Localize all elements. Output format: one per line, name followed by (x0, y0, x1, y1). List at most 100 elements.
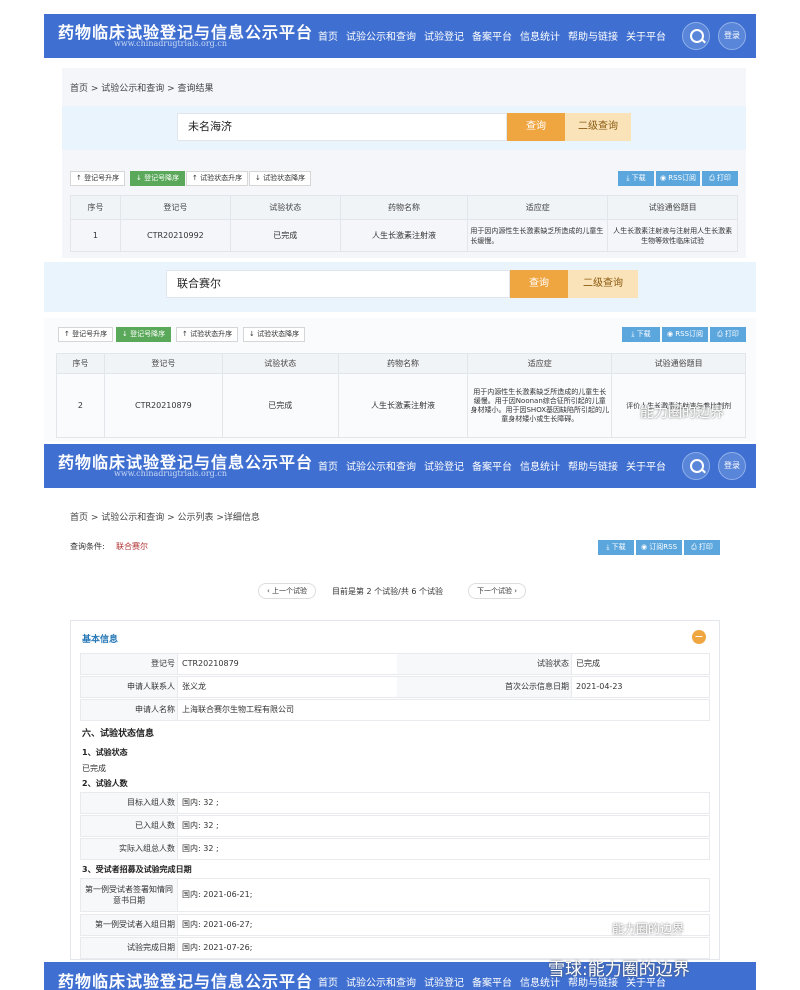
table-row[interactable]: 1 CTR20210992 已完成 人生长激素注射液 用于因内源性生长激素缺乏所… (70, 219, 738, 252)
sort-regno-desc-button[interactable]: ↓ 登记号降序 (130, 171, 186, 186)
col-header: 试验状态 (221, 353, 339, 374)
info-row: 实际入组总人数 国内: 32 ; (80, 838, 710, 860)
col-header: 登记号 (119, 195, 231, 220)
nav-home[interactable]: 首页 (318, 458, 338, 473)
print-button-2[interactable]: ⎙ 打印 (710, 327, 746, 342)
site-logo-3[interactable]: 药物临床试验登记与信息公示平台 (58, 968, 313, 990)
print-button[interactable]: ⎙ 打印 (702, 171, 738, 186)
breadcrumb: 首页 > 试验公示和查询 > 查询结果 (70, 84, 214, 94)
field-value: 张义龙 (177, 677, 397, 697)
search-input[interactable]: 未名海济 (177, 113, 507, 141)
field-label: 实际入组总人数 (119, 844, 175, 853)
sort-regno-asc-button-2[interactable]: ↑ 登记号升序 (58, 327, 114, 342)
info-row: 登记号 CTR20210879 试验状态 已完成 (80, 653, 710, 675)
subsection-dates: 3、受试者招募及试验完成日期 (82, 865, 192, 874)
subsection-status: 1、试验状态 (82, 748, 128, 757)
info-row: 第一例受试者签署知情同意书日期 国内: 2021-06-21; (80, 878, 710, 912)
info-row: 申请人联系人 张义龙 首次公示信息日期 2021-04-23 (80, 676, 710, 698)
nav-trials[interactable]: 试验公示和查询 (346, 28, 416, 43)
download-button-2[interactable]: ⤓ 下载 (622, 327, 660, 342)
download-button[interactable]: ⤓ 下载 (618, 171, 654, 186)
rss-button[interactable]: ◉ RSS订阅 (656, 171, 700, 186)
nav-trials[interactable]: 试验公示和查询 (346, 974, 416, 989)
nav-about[interactable]: 关于平台 (626, 28, 666, 43)
print-button-3[interactable]: ⎙ 打印 (684, 540, 720, 555)
watermark: 能力圈的边界 (612, 922, 685, 936)
info-row: 申请人名称 上海联合赛尔生物工程有限公司 (80, 699, 710, 721)
field-value: 国内: 32 ; (177, 839, 709, 859)
trial-position: 目前是第 2 个试验/共 6 个试验 (332, 587, 444, 596)
col-header: 试验通俗题目 (611, 353, 746, 374)
watermark: 雪球:能力圈的边界 (548, 960, 690, 980)
nav-help[interactable]: 帮助与链接 (568, 458, 618, 473)
rss-button-3[interactable]: ◉ 订阅RSS (636, 540, 682, 555)
site-header: 药物临床试验登记与信息公示平台 www.chinadrugtrials.org.… (44, 14, 756, 58)
cell-regno[interactable]: CTR20210879 (103, 373, 223, 438)
search-bar-2: 联合赛尔 查询 二级查询 (44, 262, 756, 312)
advanced-query-button-2[interactable]: 二级查询 (568, 270, 638, 298)
nav-stats[interactable]: 信息统计 (520, 28, 560, 43)
field-value: 2021-04-23 (571, 677, 709, 697)
cell-index: 1 (70, 219, 121, 252)
login-button[interactable]: 登录 (718, 452, 746, 480)
col-header: 序号 (70, 195, 121, 220)
nav-home[interactable]: 首页 (318, 974, 338, 989)
col-header: 药物名称 (337, 353, 469, 374)
search-icon[interactable] (682, 452, 710, 480)
next-trial-button[interactable]: 下一个试验 › (468, 583, 527, 599)
sort-status-desc-button-2[interactable]: ↓ 试验状态降序 (243, 327, 306, 342)
search-icon[interactable] (682, 22, 710, 50)
sort-status-asc-button[interactable]: ↑ 试验状态升序 (186, 171, 249, 186)
col-header: 试验通俗题目 (607, 195, 738, 220)
cell-index: 2 (56, 373, 105, 438)
basic-info-title: 基本信息 (82, 635, 119, 645)
nav-filing[interactable]: 备案平台 (472, 458, 512, 473)
nav-register[interactable]: 试验登记 (424, 974, 464, 989)
field-label: 申请人联系人 (127, 682, 175, 691)
advanced-query-button[interactable]: 二级查询 (565, 113, 631, 141)
field-value: 国内: 32 ; (177, 793, 709, 813)
field-value: CTR20210879 (177, 654, 397, 674)
query-button-2[interactable]: 查询 (510, 270, 568, 298)
search-input-2[interactable]: 联合赛尔 (166, 270, 510, 298)
sort-status-asc-button-2[interactable]: ↑ 试验状态升序 (176, 327, 239, 342)
sort-regno-desc-button-2[interactable]: ↓ 登记号降序 (116, 327, 172, 342)
sort-status-desc-button[interactable]: ↓ 试验状态降序 (249, 171, 312, 186)
download-button-3[interactable]: ⤓ 下载 (598, 540, 634, 555)
field-value: 已完成 (571, 654, 709, 674)
collapse-icon[interactable]: − (692, 630, 706, 644)
nav-about[interactable]: 关于平台 (626, 458, 666, 473)
sort-regno-asc-button[interactable]: ↑ 登记号升序 (70, 171, 126, 186)
field-label: 第一例受试者签署知情同意书日期 (85, 885, 173, 905)
field-label: 第一例受试者入组日期 (95, 920, 175, 929)
nav-stats[interactable]: 信息统计 (520, 458, 560, 473)
query-condition-value: 联合赛尔 (116, 542, 148, 551)
field-label: 首次公示信息日期 (505, 682, 569, 691)
site-header-2: 药物临床试验登记与信息公示平台 www.chinadrugtrials.org.… (44, 444, 756, 488)
nav-filing[interactable]: 备案平台 (472, 28, 512, 43)
nav-home[interactable]: 首页 (318, 28, 338, 43)
query-condition-label: 查询条件: (70, 542, 105, 551)
field-label: 试验状态 (537, 659, 569, 668)
col-header: 适应症 (467, 195, 609, 220)
nav-filing[interactable]: 备案平台 (472, 974, 512, 989)
col-header: 适应症 (467, 353, 613, 374)
nav-register[interactable]: 试验登记 (424, 28, 464, 43)
section-status-info: 六、试验状态信息 (82, 729, 155, 739)
rss-button-2[interactable]: ◉ RSS订阅 (662, 327, 708, 342)
cell-regno[interactable]: CTR20210992 (119, 219, 231, 252)
search-bar: 未名海济 查询 二级查询 (62, 106, 746, 150)
watermark: 能力圈的边界 (640, 405, 724, 421)
col-header: 试验状态 (229, 195, 341, 220)
cell-indication: 用于内源性生长激素缺乏所造成的儿童生长缓慢。用于因Noonan综合征所引起的儿童… (467, 373, 613, 438)
nav-trials[interactable]: 试验公示和查询 (346, 458, 416, 473)
query-button[interactable]: 查询 (507, 113, 565, 141)
results-table-2: 序号 登记号 试验状态 药物名称 适应症 试验通俗题目 2 CTR2021087… (56, 353, 746, 438)
prev-trial-button[interactable]: ‹ 上一个试验 (258, 583, 317, 599)
main-nav: 首页 试验公示和查询 试验登记 备案平台 信息统计 帮助与链接 关于平台 (318, 28, 666, 43)
nav-register[interactable]: 试验登记 (424, 458, 464, 473)
field-label: 已入组人数 (135, 821, 175, 830)
results-table: 序号 登记号 试验状态 药物名称 适应症 试验通俗题目 1 CTR2021099… (70, 195, 738, 252)
login-button[interactable]: 登录 (718, 22, 746, 50)
nav-help[interactable]: 帮助与链接 (568, 28, 618, 43)
